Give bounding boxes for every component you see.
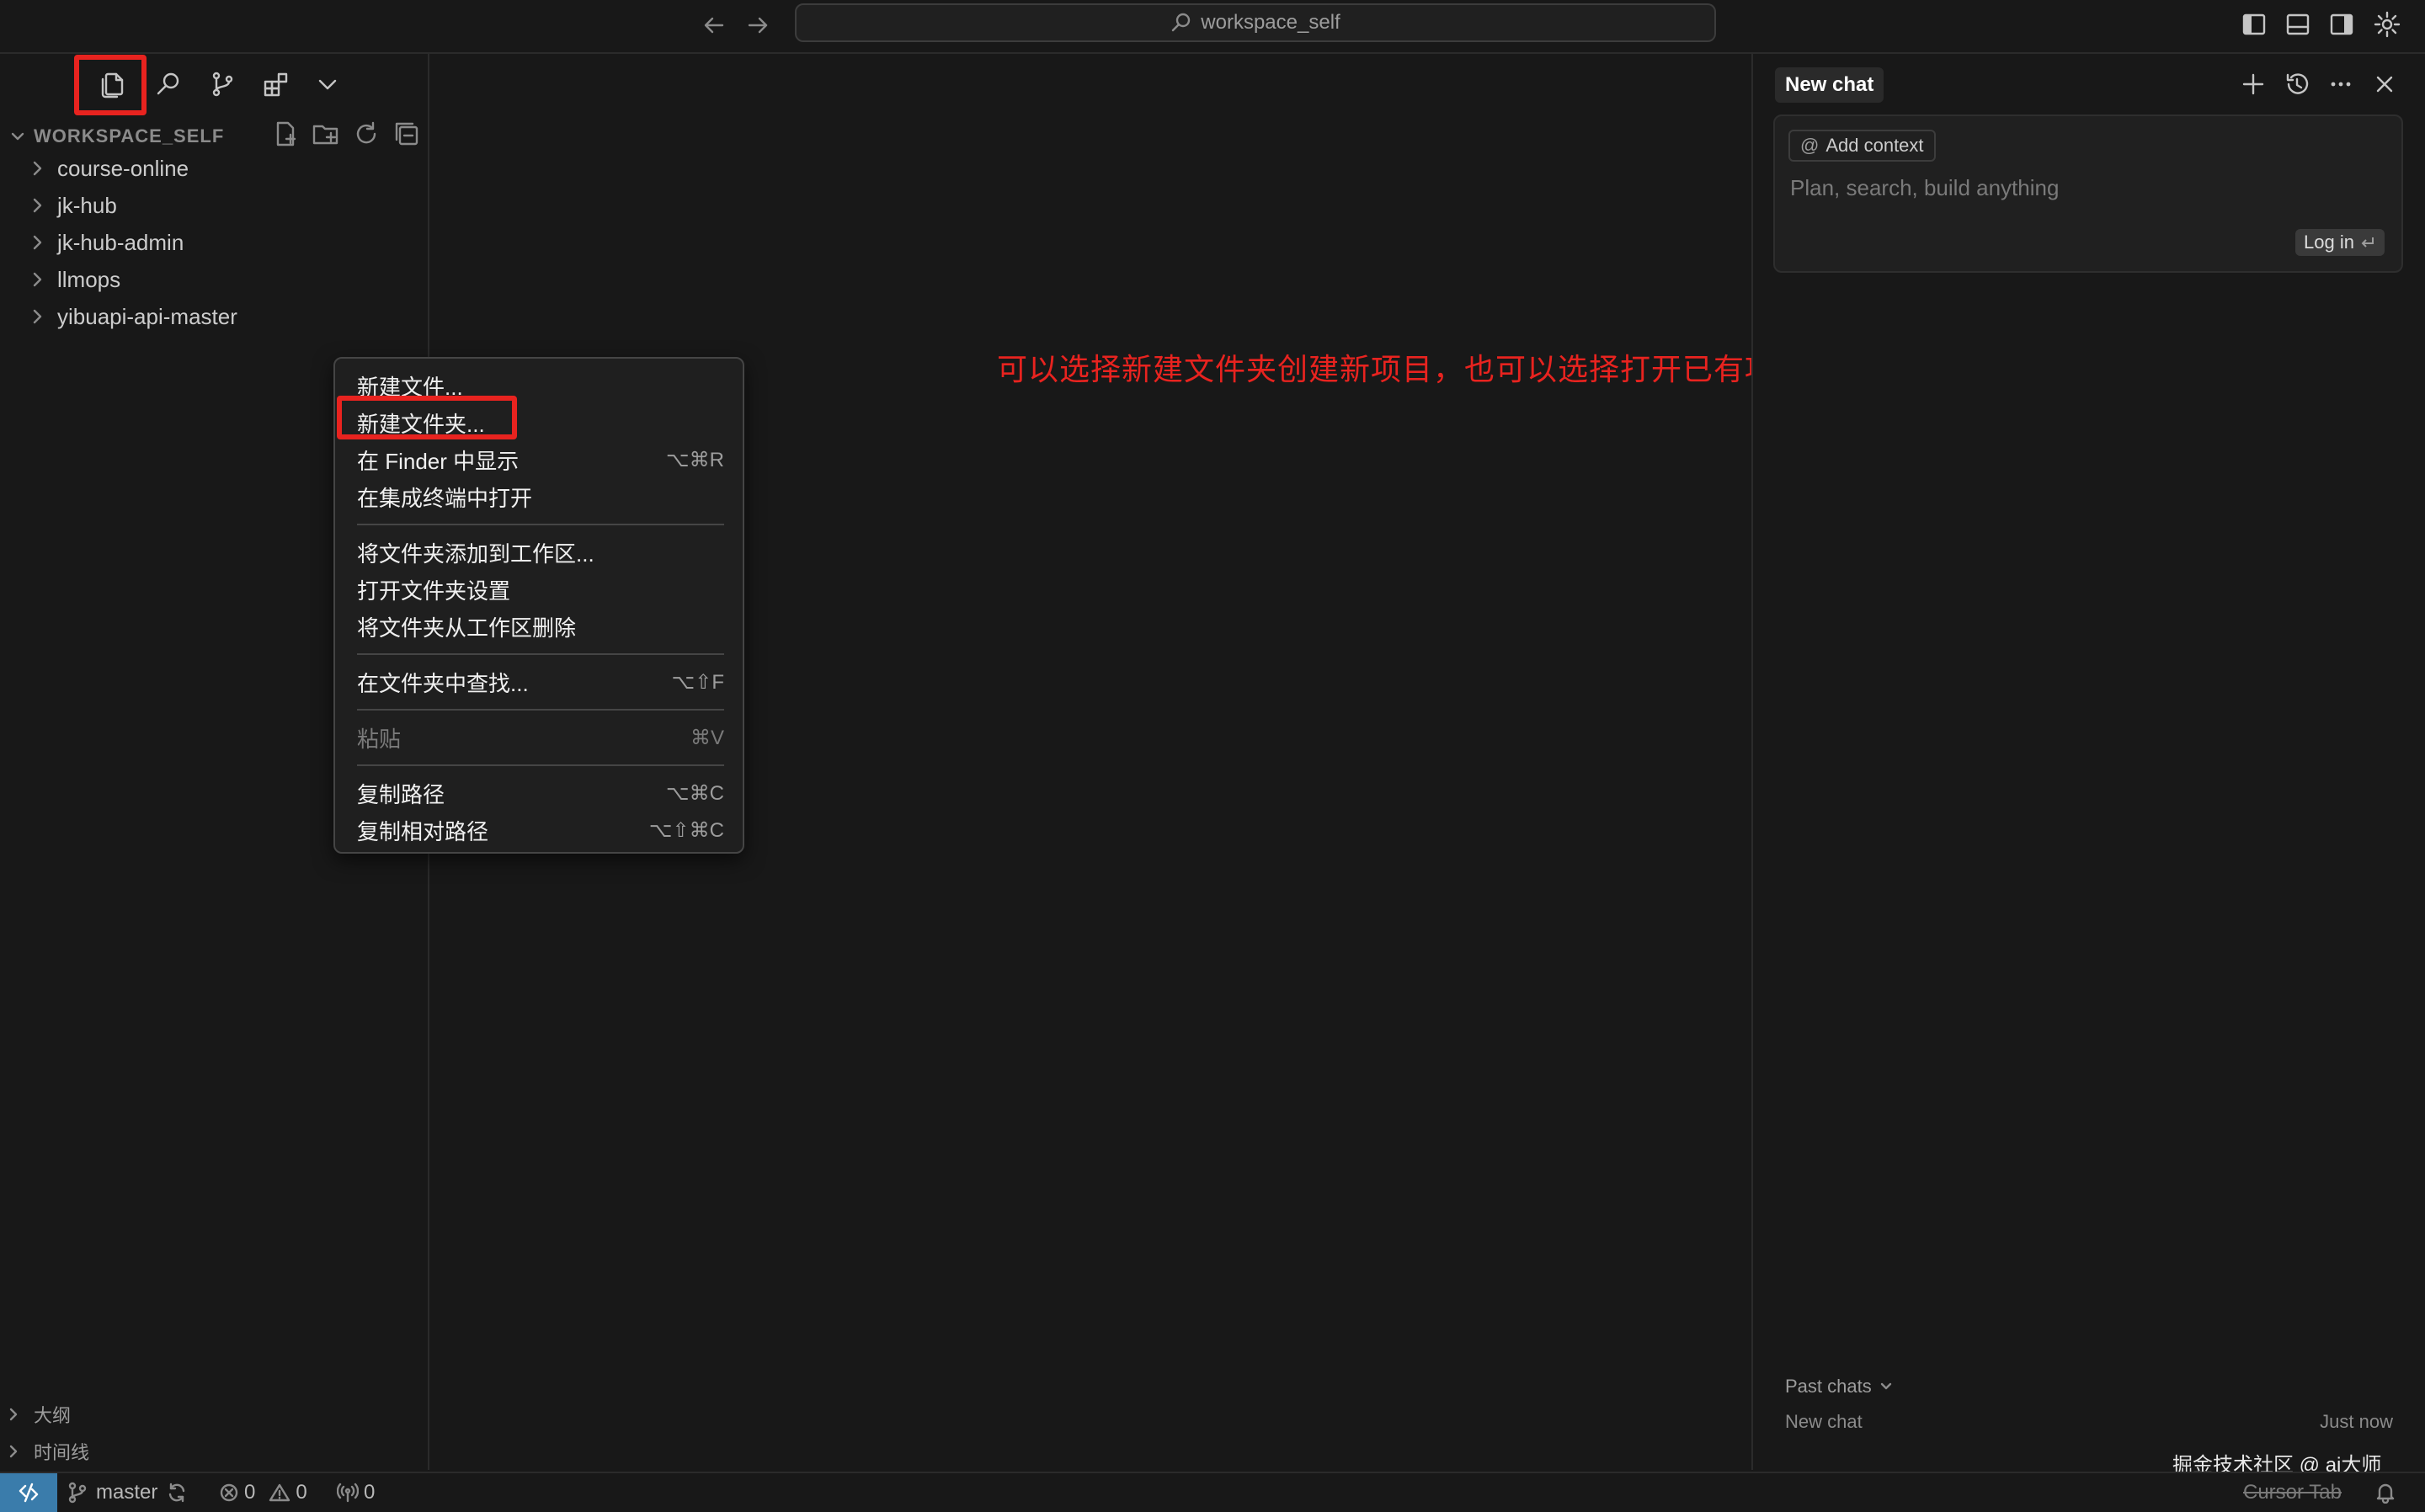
menu-separator: [357, 709, 724, 711]
outline-label: 大纲: [34, 1405, 72, 1426]
tree-item-label: jk-hub-admin: [57, 229, 184, 255]
warning-icon: [269, 1483, 290, 1503]
tree-item-label: course-online: [57, 155, 189, 181]
error-icon: [219, 1483, 239, 1503]
chevron-right-icon: [29, 196, 54, 215]
toggle-primary-sidebar-icon[interactable]: [2241, 12, 2267, 37]
git-branch-icon: [67, 1482, 88, 1504]
forward-arrow-icon[interactable]: [746, 13, 770, 37]
chevron-right-icon: [29, 159, 54, 178]
menu-separator: [357, 524, 724, 525]
workspace-title: WORKSPACE_SELF: [34, 125, 225, 146]
search-icon[interactable]: [155, 71, 182, 98]
chat-input-placeholder: Plan, search, build anything: [1790, 175, 2060, 200]
error-count: 0: [244, 1481, 256, 1504]
warning-count: 0: [296, 1481, 307, 1504]
menu-item-add-folder-to-workspace[interactable]: 将文件夹添加到工作区...: [357, 535, 724, 569]
tree-item-label: yibuapi-api-master: [57, 303, 237, 329]
timeline-label: 时间线: [34, 1442, 90, 1463]
tree-item-llmops[interactable]: llmops: [0, 261, 428, 298]
more-options-icon[interactable]: [2327, 71, 2354, 98]
menu-item-remove-folder-from-workspace[interactable]: 将文件夹从工作区删除: [357, 610, 724, 643]
new-file-icon[interactable]: [271, 120, 300, 148]
tree-item-jk-hub-admin[interactable]: jk-hub-admin: [0, 224, 428, 261]
menu-item-reveal-in-finder[interactable]: 在 Finder 中显示 ⌥⌘R: [357, 443, 724, 476]
broadcast-icon: [337, 1483, 359, 1503]
command-center-search[interactable]: workspace_self: [795, 3, 1716, 42]
new-folder-icon[interactable]: [312, 120, 340, 148]
menu-item-copy-path[interactable]: 复制路径 ⌥⌘C: [357, 776, 724, 810]
past-chat-time: Just now: [2320, 1411, 2393, 1432]
sync-icon: [166, 1482, 188, 1504]
plus-icon[interactable]: [2240, 71, 2267, 98]
chevron-right-icon: [5, 1443, 22, 1460]
problems-indicator[interactable]: 0 0: [219, 1473, 307, 1512]
search-text: workspace_self: [1201, 11, 1340, 34]
login-button[interactable]: Log in: [2295, 229, 2385, 256]
explorer-icon-highlight-box: [74, 55, 147, 115]
extensions-icon[interactable]: [263, 71, 290, 98]
toggle-secondary-sidebar-icon[interactable]: [2329, 12, 2354, 37]
menu-item-copy-relative-path[interactable]: 复制相对路径 ⌥⇧⌘C: [357, 813, 724, 847]
menu-item-open-folder-settings[interactable]: 打开文件夹设置: [357, 572, 724, 606]
title-bar: workspace_self: [0, 0, 2425, 54]
branch-name: master: [96, 1481, 158, 1504]
notifications-bell-icon[interactable]: [2374, 1482, 2396, 1504]
collapse-all-icon[interactable]: [392, 120, 421, 148]
cursor-tab-indicator[interactable]: Cursor Tab: [2243, 1473, 2342, 1512]
menu-item-find-in-folder[interactable]: 在文件夹中查找... ⌥⇧F: [357, 665, 724, 699]
timeline-section[interactable]: 时间线: [5, 1435, 89, 1468]
remote-indicator-button[interactable]: [0, 1473, 57, 1512]
close-icon[interactable]: [2373, 72, 2396, 96]
menu-item-paste: 粘贴 ⌘V: [357, 726, 724, 752]
past-chat-title: New chat: [1785, 1411, 1863, 1432]
add-context-button[interactable]: @ Add context: [1788, 130, 1936, 162]
enter-key-icon: [2359, 235, 2376, 250]
remote-icon: [17, 1481, 40, 1504]
chat-input-box[interactable]: @ Add context Plan, search, build anythi…: [1773, 114, 2403, 273]
chevron-right-icon: [29, 270, 54, 289]
toggle-panel-icon[interactable]: [2285, 12, 2310, 37]
past-chats-toggle[interactable]: Past chats: [1785, 1376, 1894, 1398]
outline-section[interactable]: 大纲: [5, 1398, 71, 1431]
search-icon: [1170, 12, 1192, 34]
chevron-down-icon[interactable]: [317, 76, 338, 93]
chevron-right-icon: [29, 307, 54, 326]
history-icon[interactable]: [2284, 71, 2310, 98]
settings-gear-icon[interactable]: [2373, 10, 2401, 39]
branch-indicator[interactable]: master: [67, 1473, 188, 1512]
new-folder-highlight-box: [337, 396, 517, 439]
chevron-down-icon: [8, 127, 27, 146]
status-bar: master 0 0 0 Cursor Tab: [0, 1472, 2425, 1512]
tab-new-chat[interactable]: New chat: [1775, 67, 1884, 103]
past-chat-item[interactable]: New chat Just now: [1785, 1411, 2393, 1433]
tree-item-label: llmops: [57, 266, 121, 292]
menu-separator: [357, 653, 724, 655]
menu-item-open-in-terminal[interactable]: 在集成终端中打开: [357, 480, 724, 514]
ports-count: 0: [364, 1481, 376, 1504]
tree-item-yibuapi-api-master[interactable]: yibuapi-api-master: [0, 298, 428, 335]
tree-item-course-online[interactable]: course-online: [0, 150, 428, 187]
source-control-icon[interactable]: [209, 71, 236, 98]
menu-separator: [357, 764, 724, 766]
chevron-right-icon: [29, 233, 54, 252]
at-sign-icon: @: [1800, 135, 1820, 156]
tree-item-jk-hub[interactable]: jk-hub: [0, 187, 428, 224]
back-arrow-icon[interactable]: [702, 13, 726, 37]
refresh-icon[interactable]: [352, 120, 381, 148]
annotation-text: 可以选择新建文件夹创建新项目，也可以选择打开已有项目: [997, 352, 1808, 386]
ports-indicator[interactable]: 0: [337, 1473, 375, 1512]
tree-item-label: jk-hub: [57, 192, 117, 218]
chevron-down-icon: [1879, 1379, 1894, 1394]
chevron-right-icon: [5, 1406, 22, 1423]
